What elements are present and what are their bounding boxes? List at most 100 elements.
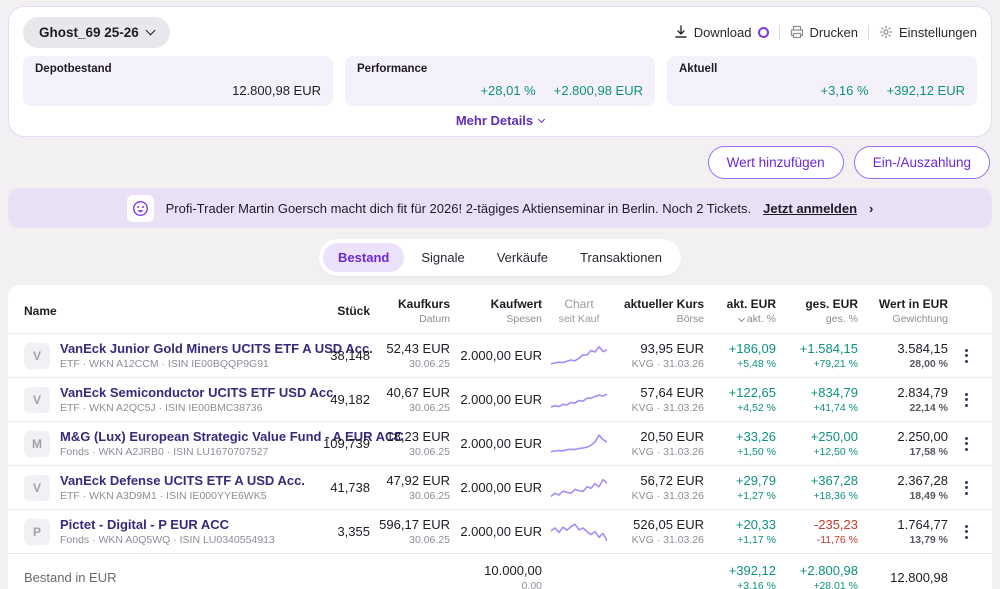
gewichtung-value: 17,58 % xyxy=(866,446,948,458)
premium-badge-icon xyxy=(758,27,769,38)
add-value-button[interactable]: Wert hinzufügen xyxy=(708,146,844,179)
more-details-toggle[interactable]: Mehr Details xyxy=(23,113,977,128)
stat-aktuell: Aktuell +3,16 % +392,12 EUR xyxy=(667,56,977,106)
ges-pct-value: +12,50 % xyxy=(784,446,858,458)
print-button[interactable]: Drucken xyxy=(790,25,858,40)
kaufkurs-value: 596,17 EUR xyxy=(378,517,450,532)
depotbestand-value: 12.800,98 EUR xyxy=(232,83,321,98)
row-menu-button[interactable] xyxy=(956,481,976,495)
kauf-datum: 30.06.25 xyxy=(378,490,450,502)
stueck-value: 109,739 xyxy=(310,436,370,451)
promo-banner[interactable]: Profi-Trader Martin Goersch macht dich f… xyxy=(8,188,992,228)
stueck-value: 38,148 xyxy=(310,348,370,363)
kauf-datum: 30.06.25 xyxy=(378,446,450,458)
stueck-value: 41,738 xyxy=(310,480,370,495)
ges-eur-value: +367,28 xyxy=(784,473,858,488)
aktuell-pct: +3,16 % xyxy=(821,83,869,98)
wert-value: 3.584,15 xyxy=(866,341,948,356)
total-akt-eur: +392,12 xyxy=(712,563,776,578)
wert-value: 2.250,00 xyxy=(866,429,948,444)
col-kurs[interactable]: aktueller Kurs xyxy=(616,297,704,311)
instrument-name-link[interactable]: Pictet - Digital - P EUR ACC xyxy=(60,517,275,532)
avatar: V xyxy=(24,475,50,501)
kurs-value: 56,72 EUR xyxy=(616,473,704,488)
akt-pct-value: +5,48 % xyxy=(712,358,776,370)
col-kaufkurs-sub: Datum xyxy=(378,313,450,325)
gear-icon xyxy=(879,25,893,39)
instrument-meta: ETF · WKN A3D9M1 · ISIN IE000YYE6WK5 xyxy=(60,490,305,502)
stueck-value: 3,355 xyxy=(310,524,370,539)
avatar: V xyxy=(24,387,50,413)
akt-eur-value: +29,79 xyxy=(712,473,776,488)
instrument-name-link[interactable]: VanEck Defense UCITS ETF A USD Acc. xyxy=(60,473,305,488)
row-menu-button[interactable] xyxy=(956,393,976,407)
sparkline-chart[interactable] xyxy=(550,343,608,369)
sparkline-chart[interactable] xyxy=(550,387,608,413)
tab-transaktionen[interactable]: Transaktionen xyxy=(565,243,677,272)
col-kaufwert-sub: Spesen xyxy=(458,313,542,325)
kaufwert-value: 2.000,00 EUR xyxy=(458,524,542,539)
col-akt-eur[interactable]: akt. EUR xyxy=(712,297,776,311)
boerse-info: KVG · 31.03.26 xyxy=(616,534,704,546)
deposit-withdraw-button[interactable]: Ein-/Auszahlung xyxy=(854,146,990,179)
ges-eur-value: +250,00 xyxy=(784,429,858,444)
chevron-right-icon: › xyxy=(869,201,873,216)
col-gewichtung: Gewichtung xyxy=(866,313,948,325)
row-menu-button[interactable] xyxy=(956,525,976,539)
banner-text: Profi-Trader Martin Goersch macht dich f… xyxy=(166,201,751,216)
col-ges-eur[interactable]: ges. EUR xyxy=(784,297,858,311)
portfolio-selector[interactable]: Ghost_69 25-26 xyxy=(23,17,170,48)
sparkline-chart[interactable] xyxy=(550,519,608,545)
boerse-info: KVG · 31.03.26 xyxy=(616,358,704,370)
col-akt-pct[interactable]: akt. % xyxy=(712,313,776,325)
col-stueck[interactable]: Stück xyxy=(310,304,370,318)
kauf-datum: 30.06.25 xyxy=(378,358,450,370)
col-kaufwert[interactable]: Kaufwert xyxy=(458,297,542,311)
table-row: V VanEck Junior Gold Miners UCITS ETF A … xyxy=(8,333,992,377)
tabs-bar: Bestand Signale Verkäufe Transaktionen xyxy=(0,239,1000,276)
row-menu-button[interactable] xyxy=(956,349,976,363)
instrument-name-link[interactable]: VanEck Semiconductor UCITS ETF USD Acc. xyxy=(60,385,337,400)
akt-pct-value: +4,52 % xyxy=(712,402,776,414)
col-wert[interactable]: Wert in EUR xyxy=(866,297,948,311)
download-button[interactable]: Download xyxy=(674,25,769,40)
total-ges-eur: +2.800,98 xyxy=(784,563,858,578)
table-row: P Pictet - Digital - P EUR ACC Fonds · W… xyxy=(8,509,992,553)
stat-label: Depotbestand xyxy=(35,63,321,75)
kaufkurs-value: 52,43 EUR xyxy=(378,341,450,356)
aktuell-value: +392,12 EUR xyxy=(887,83,965,98)
sparkline-chart[interactable] xyxy=(550,431,608,457)
gewichtung-value: 28,00 % xyxy=(866,358,948,370)
kurs-value: 57,64 EUR xyxy=(616,385,704,400)
stat-depotbestand: Depotbestand 12.800,98 EUR xyxy=(23,56,333,106)
kurs-value: 93,95 EUR xyxy=(616,341,704,356)
akt-eur-value: +122,65 xyxy=(712,385,776,400)
table-header: Name Stück KaufkursDatum KaufwertSpesen … xyxy=(8,285,992,333)
table-row: M M&G (Lux) European Strategic Value Fun… xyxy=(8,421,992,465)
print-label: Drucken xyxy=(810,25,858,40)
col-kurs-sub: Börse xyxy=(616,313,704,325)
tab-bestand[interactable]: Bestand xyxy=(323,243,404,272)
total-ges-pct: +28,01 % xyxy=(784,580,858,589)
sort-desc-icon xyxy=(738,314,745,321)
divider xyxy=(779,25,780,40)
ges-eur-value: +834,79 xyxy=(784,385,858,400)
table-row: V VanEck Defense UCITS ETF A USD Acc. ET… xyxy=(8,465,992,509)
tab-verkaeufe[interactable]: Verkäufe xyxy=(482,243,563,272)
settings-label: Einstellungen xyxy=(899,25,977,40)
col-chart-sub: seit Kauf xyxy=(550,313,608,325)
ges-pct-value: +79,21 % xyxy=(784,358,858,370)
col-kaufkurs[interactable]: Kaufkurs xyxy=(378,297,450,311)
kaufkurs-value: 40,67 EUR xyxy=(378,385,450,400)
banner-signup-link[interactable]: Jetzt anmelden xyxy=(763,201,857,216)
row-menu-button[interactable] xyxy=(956,437,976,451)
sparkline-chart[interactable] xyxy=(550,475,608,501)
col-name[interactable]: Name xyxy=(24,304,302,318)
kaufkurs-value: 47,92 EUR xyxy=(378,473,450,488)
tab-signale[interactable]: Signale xyxy=(406,243,479,272)
settings-button[interactable]: Einstellungen xyxy=(879,25,977,40)
depot-header-card: Ghost_69 25-26 Download Drucken Einstell… xyxy=(8,6,992,137)
ges-eur-value: +1.584,15 xyxy=(784,341,858,356)
ges-pct-value: +41,74 % xyxy=(784,402,858,414)
akt-pct-value: +1,27 % xyxy=(712,490,776,502)
